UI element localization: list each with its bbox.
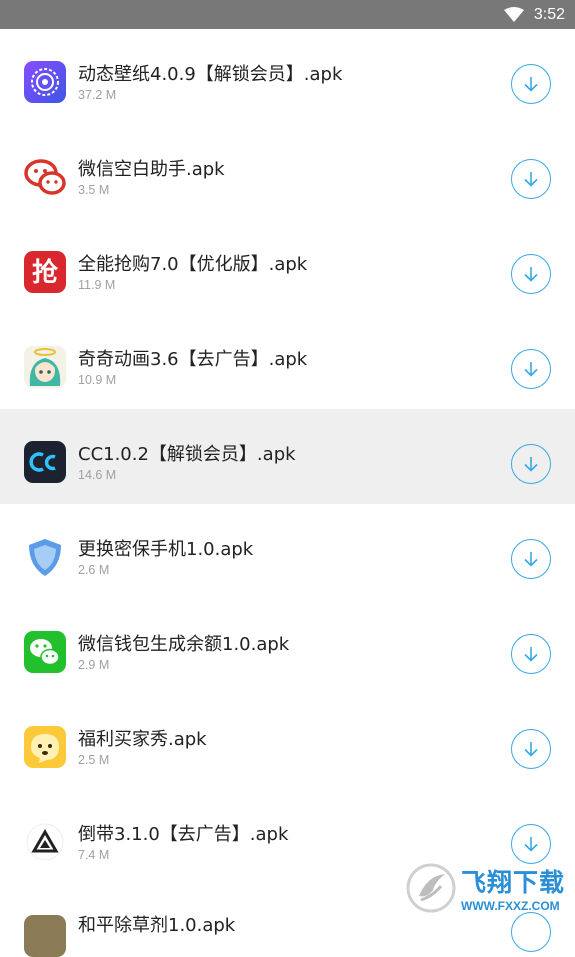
download-arrow-icon	[524, 267, 538, 282]
watermark-title: 飞翔下载	[461, 868, 566, 897]
item-name: 微信空白助手.apk	[78, 159, 225, 180]
download-arrow-icon	[524, 647, 538, 662]
status-bar: 3:52	[0, 0, 575, 29]
list-item[interactable]: 动态壁纸4.0.9【解锁会员】.apk 37.2 M	[0, 29, 575, 124]
list-item[interactable]: CC1.0.2【解锁会员】.apk 14.6 M	[0, 409, 575, 504]
list-item[interactable]: 微信空白助手.apk 3.5 M	[0, 124, 575, 219]
item-name: 福利买家秀.apk	[78, 729, 207, 750]
cc-icon	[24, 441, 66, 483]
watermark-url: WWW.FXXZ.COM	[461, 899, 560, 913]
wifi-icon	[503, 6, 524, 23]
download-button[interactable]	[511, 349, 551, 389]
wechat-outline-icon	[24, 156, 66, 198]
download-arrow-icon	[524, 742, 538, 757]
download-button[interactable]	[511, 912, 551, 952]
item-size: 2.9 M	[78, 658, 110, 672]
item-name: 动态壁纸4.0.9【解锁会员】.apk	[78, 64, 343, 85]
anime-girl-icon	[24, 346, 66, 388]
list-item[interactable]: 奇奇动画3.6【去广告】.apk 10.9 M	[0, 314, 575, 409]
item-name: CC1.0.2【解锁会员】.apk	[78, 444, 296, 465]
qiang-icon: 抢	[24, 251, 66, 293]
download-button[interactable]	[511, 729, 551, 769]
download-button[interactable]	[511, 634, 551, 674]
app-icon	[24, 915, 66, 957]
download-arrow-icon	[524, 172, 538, 187]
dynamic-wallpaper-icon	[24, 61, 66, 103]
download-arrow-icon	[524, 362, 538, 377]
item-size: 7.4 M	[78, 848, 110, 862]
download-button[interactable]	[511, 159, 551, 199]
item-size: 2.6 M	[78, 563, 110, 577]
download-arrow-icon	[524, 457, 538, 472]
item-name: 和平除草剂1.0.apk	[78, 915, 236, 936]
item-size: 11.9 M	[78, 278, 116, 292]
item-name: 更换密保手机1.0.apk	[78, 539, 254, 560]
shield-icon	[24, 536, 66, 578]
item-name: 全能抢购7.0【优化版】.apk	[78, 254, 308, 275]
smiley-icon	[24, 726, 66, 768]
download-button[interactable]	[511, 539, 551, 579]
list-item[interactable]: 更换密保手机1.0.apk 2.6 M	[0, 504, 575, 599]
download-button[interactable]	[511, 64, 551, 104]
download-button[interactable]	[511, 254, 551, 294]
download-button[interactable]	[511, 444, 551, 484]
wechat-icon	[24, 631, 66, 673]
item-name: 倒带3.1.0【去广告】.apk	[78, 824, 289, 845]
watermark: 飞翔下载 WWW.FXXZ.COM	[405, 858, 570, 918]
list-item[interactable]: 抢 全能抢购7.0【优化版】.apk 11.9 M	[0, 219, 575, 314]
item-size: 14.6 M	[78, 468, 117, 482]
triangle-logo-icon	[24, 821, 66, 863]
item-size: 3.5 M	[78, 183, 110, 197]
download-arrow-icon	[524, 837, 538, 852]
status-time: 3:52	[533, 5, 565, 23]
download-arrow-icon	[524, 77, 538, 92]
item-size: 10.9 M	[78, 373, 117, 387]
list-item[interactable]: 微信钱包生成余额1.0.apk 2.9 M	[0, 599, 575, 694]
download-arrow-icon	[524, 552, 538, 567]
watermark-logo-icon	[406, 863, 456, 913]
apk-list: 动态壁纸4.0.9【解锁会员】.apk 37.2 M 微信空白助手.apk 3.…	[0, 29, 575, 884]
list-item[interactable]: 福利买家秀.apk 2.5 M	[0, 694, 575, 789]
item-size: 2.5 M	[78, 753, 110, 767]
item-name: 微信钱包生成余额1.0.apk	[78, 634, 290, 655]
qiang-glyph: 抢	[32, 257, 59, 288]
item-size: 37.2 M	[78, 88, 117, 102]
item-name: 奇奇动画3.6【去广告】.apk	[78, 349, 308, 370]
